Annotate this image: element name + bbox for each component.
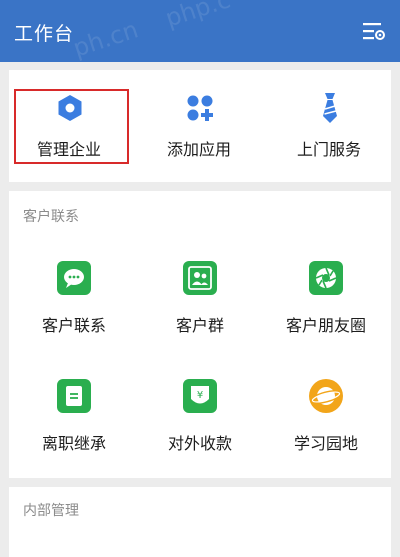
customer-group-button[interactable]: 客户群 xyxy=(140,259,260,339)
svg-text:¥: ¥ xyxy=(197,390,203,401)
grid-item-label: 客户群 xyxy=(175,316,224,335)
section-title: 内部管理 xyxy=(23,503,79,519)
payment-icon: ¥ xyxy=(183,379,217,413)
highlight-frame xyxy=(14,89,129,164)
resignation-transfer-button[interactable]: 离职继承 xyxy=(14,377,134,457)
onsite-service-button[interactable]: 上门服务 xyxy=(274,88,384,168)
quick-action-label: 添加应用 xyxy=(166,140,231,159)
add-app-button[interactable]: 添加应用 xyxy=(144,88,254,168)
grid-item-label: 对外收款 xyxy=(167,434,232,453)
grid-item-label: 学习园地 xyxy=(293,434,358,453)
grid-add-icon xyxy=(186,94,214,122)
app-header: ph.cn php.c 工作台 xyxy=(0,0,400,63)
wechat-icon xyxy=(57,261,91,295)
group-icon xyxy=(183,261,217,295)
internal-management-card: 内部管理 xyxy=(9,487,391,557)
moments-icon xyxy=(309,261,343,295)
page-title: 工作台 xyxy=(14,23,75,45)
quick-action-label: 上门服务 xyxy=(296,140,361,159)
external-payment-button[interactable]: ¥ 对外收款 xyxy=(140,377,260,457)
customer-moments-button[interactable]: 客户朋友圈 xyxy=(266,259,386,339)
grid-item-label: 离职继承 xyxy=(41,434,106,453)
section-title: 客户联系 xyxy=(23,209,79,225)
transfer-icon xyxy=(57,379,91,413)
list-settings-icon[interactable] xyxy=(362,20,386,42)
learning-zone-button[interactable]: 学习园地 xyxy=(266,377,386,457)
customer-contact-card: 客户联系 客户联系 客户群 客户朋友圈 离职继承 ¥ 对外收款 学习园地 xyxy=(9,191,391,478)
customer-contact-button[interactable]: 客户联系 xyxy=(14,259,134,339)
watermark: ph.cn php.c xyxy=(69,0,234,63)
planet-icon xyxy=(309,379,343,413)
tie-icon xyxy=(319,92,341,124)
grid-item-label: 客户朋友圈 xyxy=(285,316,366,335)
grid-item-label: 客户联系 xyxy=(41,316,106,335)
